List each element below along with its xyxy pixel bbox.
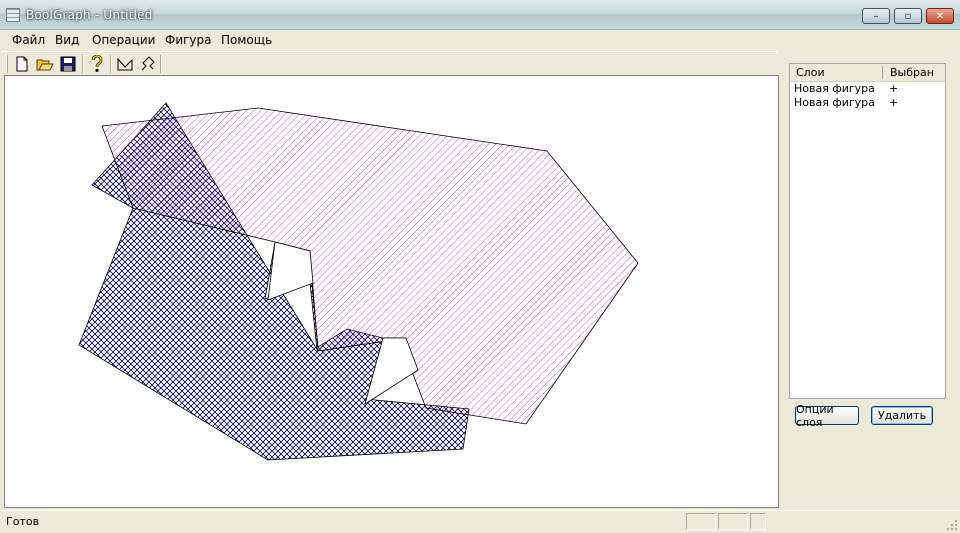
curve-icon[interactable] — [138, 54, 158, 74]
resize-grip-icon[interactable] — [946, 519, 958, 531]
save-icon[interactable] — [58, 54, 78, 74]
status-pane — [718, 513, 748, 530]
toolbar-grip — [6, 55, 8, 73]
layers-list-header: Слои Выбран — [790, 64, 945, 82]
menu-bar: Файл Вид Операции Фигура Помощь — [0, 30, 960, 50]
toolbar-separator — [110, 55, 112, 73]
layer-options-button[interactable]: Опции слоя — [795, 403, 859, 429]
toolbar-separator — [160, 55, 162, 73]
title-bar: BoolGraph - Untitled – ▫ ✕ — [0, 0, 960, 30]
menu-help[interactable]: Помощь — [221, 33, 272, 47]
menu-operations[interactable]: Операции — [92, 33, 155, 47]
status-pane — [750, 513, 766, 530]
maximize-button[interactable]: ▫ — [894, 8, 922, 24]
column-selected[interactable]: Выбран — [890, 66, 934, 79]
layers-panel: Слои Выбран Новая фигура + Новая фигура … — [781, 51, 960, 508]
canvas-svg — [5, 76, 639, 507]
open-icon[interactable] — [35, 54, 55, 74]
list-item[interactable]: Новая фигура + — [790, 82, 945, 96]
minimize-button[interactable]: – — [862, 8, 890, 24]
status-pane — [686, 513, 716, 530]
menu-shape[interactable]: Фигура — [165, 33, 212, 47]
app-icon — [6, 8, 20, 22]
delete-button[interactable]: Удалить — [871, 406, 933, 425]
layer-selected: + — [889, 96, 899, 109]
toolbar-separator — [82, 55, 84, 73]
layer-selected: + — [889, 82, 899, 95]
layer-name: Новая фигура — [794, 96, 875, 109]
hole-upper — [267, 241, 314, 301]
new-icon[interactable] — [12, 54, 32, 74]
window-title: BoolGraph - Untitled — [26, 8, 153, 22]
layer-name: Новая фигура — [794, 82, 875, 95]
status-text: Готов — [6, 515, 40, 528]
column-separator[interactable] — [882, 66, 883, 79]
toolbar — [2, 51, 778, 76]
drawing-canvas[interactable] — [4, 75, 779, 508]
help-icon[interactable] — [87, 54, 107, 74]
status-bar: Готов — [0, 510, 960, 533]
column-layers[interactable]: Слои — [796, 66, 825, 79]
list-item[interactable]: Новая фигура + — [790, 96, 945, 110]
menu-view[interactable]: Вид — [55, 33, 79, 47]
shape-icon[interactable] — [115, 54, 135, 74]
close-button[interactable]: ✕ — [926, 8, 954, 24]
layers-list[interactable]: Слои Выбран Новая фигура + Новая фигура … — [789, 63, 946, 399]
menu-file[interactable]: Файл — [12, 33, 45, 47]
